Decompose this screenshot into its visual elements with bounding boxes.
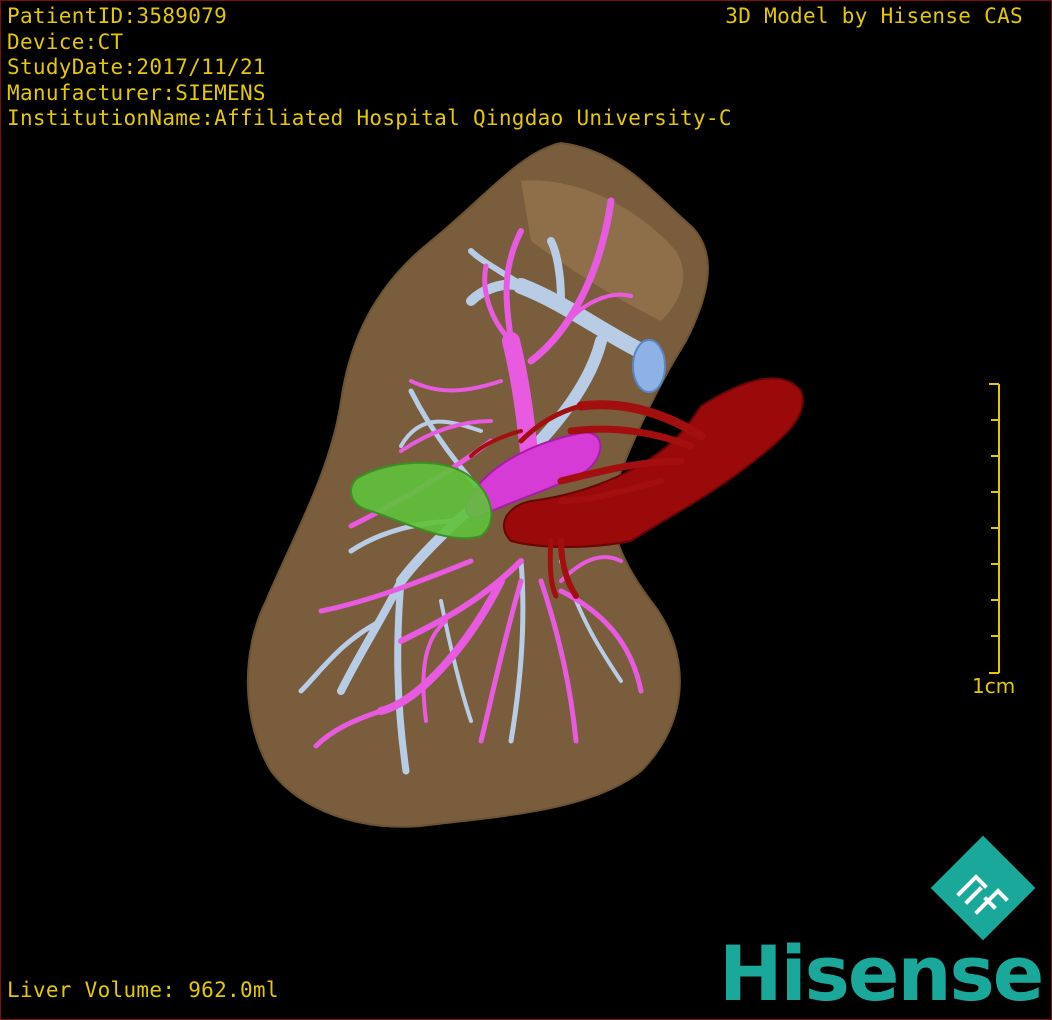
- model-credit-label: 3D Model by Hisense CAS: [725, 4, 1023, 28]
- 3d-viewport[interactable]: PatientID:3589079 Device:CT StudyDate:20…: [0, 0, 1052, 1020]
- institution-name-label: InstitutionName:Affiliated Hospital Qing…: [7, 106, 732, 130]
- scale-bar-label: 1cm: [972, 674, 1016, 698]
- study-date-label: StudyDate:2017/11/21: [7, 55, 266, 79]
- ivc-stump: [632, 339, 666, 393]
- scale-bar: [989, 383, 1000, 674]
- manufacturer-label: Manufacturer:SIEMENS: [7, 80, 266, 105]
- hisense-cas-diamond-logo: [930, 835, 1036, 941]
- brand-wordmark: Hisense: [719, 929, 1044, 1018]
- liver-3d-model[interactable]: [1, 1, 1051, 1019]
- study-info-overlay: PatientID:3589079 Device:CT StudyDate:20…: [7, 4, 732, 132]
- liver-volume-label: Liver Volume: 962.0ml: [7, 977, 279, 1002]
- device-label: Device:CT: [7, 29, 124, 54]
- patient-id-label: PatientID:3589079: [7, 4, 228, 28]
